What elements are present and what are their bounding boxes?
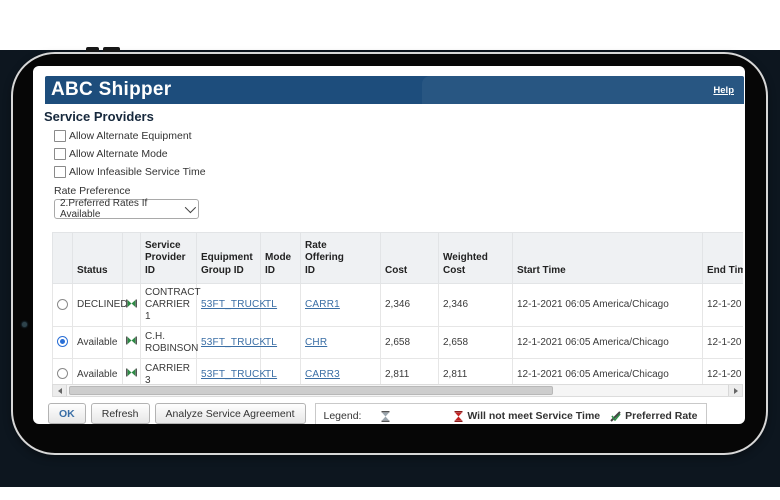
mode-link[interactable]: TL xyxy=(265,369,277,380)
tablet-camera-dot xyxy=(22,322,27,327)
checkbox-row-alternate-mode: Allow Alternate Mode xyxy=(54,148,168,160)
column-cost: Cost xyxy=(381,233,439,284)
start-time-cell: 12-1-2021 06:05 America/Chicago xyxy=(513,284,703,327)
weighted-cost-cell: 2,658 xyxy=(439,327,513,359)
mode-link[interactable]: TL xyxy=(265,299,277,310)
column-service-provider-id: Service Provider ID xyxy=(141,233,197,284)
tender-hourglass-icon xyxy=(126,299,137,308)
horizontal-scrollbar[interactable] xyxy=(52,384,743,397)
allow-alternate-equipment-checkbox[interactable] xyxy=(54,130,66,142)
row-select-radio[interactable] xyxy=(57,299,68,310)
column-select xyxy=(53,233,73,284)
preferred-rate-label: Preferred Rate xyxy=(625,410,697,422)
checkbox-label: Allow Alternate Mode xyxy=(69,148,168,160)
row-select-radio[interactable] xyxy=(57,368,68,379)
service-provider-cell: CONTRACT CARRIER 1 xyxy=(141,284,197,327)
page-title: Service Providers xyxy=(44,109,154,124)
bottom-action-bar: OK Refresh Analyze Service Agreement Leg… xyxy=(48,403,707,424)
app-title: ABC Shipper xyxy=(51,79,171,101)
end-time-cell: 12-1-20 xyxy=(703,327,744,359)
not-meet-service-time-icon xyxy=(454,411,463,422)
column-equipment-group-id: Equipment Group ID xyxy=(197,233,261,284)
column-flag xyxy=(123,233,141,284)
rate-preference-selected-value: 2.Preferred Rates If Available xyxy=(60,198,185,220)
app-header: ABC Shipper Help xyxy=(45,76,744,104)
chevron-down-icon xyxy=(185,202,196,213)
tablet-screen: ABC Shipper Help Service Providers Allow… xyxy=(33,66,745,424)
rate-preference-select[interactable]: 2.Preferred Rates If Available xyxy=(54,199,199,219)
column-status: Status xyxy=(73,233,123,284)
tablet-frame: ABC Shipper Help Service Providers Allow… xyxy=(11,52,768,455)
not-meet-service-time-label: Will not meet Service Time xyxy=(467,410,600,422)
rate-offering-link[interactable]: CARR3 xyxy=(305,369,340,380)
table-header-row: Status Service Provider ID Equipment Gro… xyxy=(53,233,744,284)
rate-offering-link[interactable]: CHR xyxy=(305,337,327,348)
help-link[interactable]: Help xyxy=(713,85,734,96)
start-time-cell: 12-1-2021 06:05 America/Chicago xyxy=(513,327,703,359)
header-shade xyxy=(422,76,744,104)
rate-offering-link[interactable]: CARR1 xyxy=(305,299,340,310)
preferred-rate-icon xyxy=(610,411,621,422)
analyze-service-agreement-button[interactable]: Analyze Service Agreement xyxy=(155,403,306,424)
scroll-left-arrow-icon[interactable] xyxy=(53,385,67,396)
equipment-group-link[interactable]: 53FT_TRUCK xyxy=(201,337,266,348)
column-rate-offering-id: Rate Offering ID xyxy=(301,233,381,284)
legend-hourglass-icon xyxy=(381,411,390,422)
equipment-group-link[interactable]: 53FT_TRUCK xyxy=(201,299,266,310)
legend-title: Legend: xyxy=(324,410,362,422)
equipment-group-link[interactable]: 53FT_TRUCK xyxy=(201,369,266,380)
checkbox-row-infeasible-service-time: Allow Infeasible Service Time xyxy=(54,166,206,178)
legend-box: Legend: Will not meet Service Time xyxy=(315,403,707,424)
checkbox-row-alternate-equipment: Allow Alternate Equipment xyxy=(54,130,192,142)
service-providers-table-wrap: Status Service Provider ID Equipment Gro… xyxy=(52,232,743,391)
column-start-time: Start Time xyxy=(513,233,703,284)
scroll-right-arrow-icon[interactable] xyxy=(728,385,742,396)
checkbox-label: Allow Infeasible Service Time xyxy=(69,166,206,178)
column-weighted-cost: Weighted Cost xyxy=(439,233,513,284)
service-providers-table: Status Service Provider ID Equipment Gro… xyxy=(52,232,743,391)
allow-infeasible-service-time-checkbox[interactable] xyxy=(54,166,66,178)
scrollbar-thumb[interactable] xyxy=(69,386,553,395)
mode-link[interactable]: TL xyxy=(265,337,277,348)
service-provider-cell: C.H. ROBINSON xyxy=(141,327,197,359)
cost-cell: 2,346 xyxy=(381,284,439,327)
weighted-cost-cell: 2,346 xyxy=(439,284,513,327)
table-row: DECLINED CONTRACT CARRIER 1 53FT_TRUCK T xyxy=(53,284,744,327)
status-cell: Available xyxy=(73,327,123,359)
checkbox-label: Allow Alternate Equipment xyxy=(69,130,192,142)
rate-preference-label: Rate Preference xyxy=(54,185,130,197)
column-end-time: End Time xyxy=(703,233,744,284)
column-mode-id: Mode ID xyxy=(261,233,301,284)
tender-hourglass-icon xyxy=(126,368,137,377)
tender-hourglass-icon xyxy=(126,336,137,345)
allow-alternate-mode-checkbox[interactable] xyxy=(54,148,66,160)
status-cell: DECLINED xyxy=(73,284,123,327)
row-select-radio[interactable] xyxy=(57,336,68,347)
end-time-cell: 12-1-20 xyxy=(703,284,744,327)
table-row: Available C.H. ROBINSON 53FT_TRUCK TL xyxy=(53,327,744,359)
cost-cell: 2,658 xyxy=(381,327,439,359)
refresh-button[interactable]: Refresh xyxy=(91,403,150,424)
ok-button[interactable]: OK xyxy=(48,403,86,424)
